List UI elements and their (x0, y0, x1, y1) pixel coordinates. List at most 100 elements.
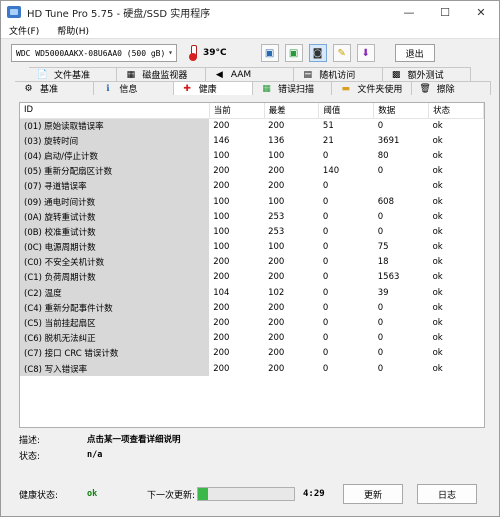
status-value: n/a (87, 450, 103, 460)
cell-attr-name: (03) 旋转时间 (20, 133, 210, 149)
table-row[interactable]: (0C) 电源周期计数 100 100 0 75 ok (20, 239, 484, 255)
window-title: HD Tune Pro 5.75 - 硬盘/SSD 实用程序 (27, 8, 211, 20)
cell-current-value: 100 (213, 226, 230, 237)
cell-threshold-value: 0 (322, 272, 329, 283)
cell-status-value: ok (432, 211, 443, 222)
table-row[interactable]: (C0) 不安全关机计数 200 200 0 18 ok (20, 254, 484, 270)
cell-status-value: ok (432, 348, 443, 359)
cell-raw-data: 18 (377, 257, 389, 268)
cell-status-value: ok (432, 166, 443, 177)
table-row[interactable]: (C5) 当前挂起扇区 200 200 0 0 ok (20, 315, 484, 331)
cell-status-value: ok (432, 196, 443, 207)
menu-file[interactable]: 文件(F) (9, 24, 39, 37)
cell-status-value: ok (432, 257, 443, 268)
drive-select-value: WDC WD5000AAKX-08U6AA0 (500 gB) (16, 48, 166, 58)
exit-button[interactable]: 退出 (394, 44, 435, 62)
tab-info[interactable]: ℹ 信息 (94, 81, 174, 95)
table-row[interactable]: (07) 寻道错误率 200 200 0 ok (20, 178, 484, 194)
cell-worst-value: 200 (268, 181, 285, 192)
tab-folder-usage[interactable]: ▬ 文件夹使用 (332, 81, 412, 95)
tab-erase[interactable]: 🗑 擦除 (411, 81, 491, 95)
table-row[interactable]: (C1) 负荷周期计数 200 200 0 1563 ok (20, 269, 484, 286)
table-row[interactable]: (C6) 脱机无法纠正 200 200 0 0 ok (20, 330, 484, 346)
cell-current-value: 100 (213, 242, 230, 253)
copy-text-icon[interactable]: ▣ (260, 44, 279, 62)
close-button[interactable]: ✕ (463, 1, 499, 23)
col-header-id[interactable]: ID (20, 103, 210, 119)
table-row[interactable]: (04) 启动/停止计数 100 100 0 80 ok (20, 148, 484, 164)
log-button[interactable]: 日志 (417, 484, 477, 504)
save-download-icon[interactable]: ⬇ (356, 44, 375, 62)
cell-current-value: 200 (213, 318, 230, 329)
cell-attr-name: (C7) 接口 CRC 错误计数 (20, 345, 210, 361)
cell-current-value: 104 (213, 287, 230, 298)
cell-worst-value: 200 (268, 302, 285, 313)
table-row[interactable]: (05) 重新分配扇区计数 200 200 140 0 ok (20, 163, 484, 179)
cell-raw-data: 0 (377, 211, 384, 222)
cell-status-value: ok (432, 302, 443, 313)
col-header-data[interactable]: 数据 (373, 103, 430, 119)
cell-attr-name: (09) 通电时间计数 (20, 193, 210, 210)
col-header-worst[interactable]: 最差 (264, 103, 320, 119)
tab-benchmark[interactable]: ⚙ 基准 (15, 81, 95, 95)
smart-table[interactable]: ID 当前 最差 阈值 数据 状态 (01) 原始读取错误率 200 200 51 0 o… (19, 102, 485, 428)
refresh-button[interactable]: 更新 (343, 484, 403, 504)
table-row[interactable]: (03) 旋转时间 146 136 21 3691 ok (20, 133, 484, 149)
col-header-current[interactable]: 当前 (209, 103, 265, 119)
table-row[interactable]: (C4) 重新分配事件计数 200 200 0 0 ok (20, 300, 484, 316)
minimize-button[interactable]: — (391, 1, 427, 23)
cell-status-value: ok (432, 181, 443, 192)
cell-threshold-value: 0 (322, 302, 329, 313)
cell-worst-value: 200 (268, 272, 285, 283)
drive-select[interactable]: WDC WD5000AAKX-08U6AA0 (500 gB) ▾ (11, 44, 177, 62)
cell-worst-value: 200 (268, 318, 285, 329)
copy-screenshot-icon[interactable]: ▣ (284, 44, 303, 62)
health-label: 健康状态: (19, 490, 59, 501)
temperature-value: 39°C (203, 48, 227, 58)
next-update-label: 下一次更新: (147, 490, 196, 501)
cell-attr-name: (05) 重新分配扇区计数 (20, 163, 210, 179)
cell-threshold-value: 0 (322, 226, 329, 237)
cell-worst-value: 200 (268, 333, 285, 344)
table-row[interactable]: (C8) 写入错误率 200 200 0 0 ok (20, 361, 484, 377)
error-scan-icon: ▦ (262, 83, 271, 94)
cell-raw-data: 0 (377, 363, 384, 374)
options-icon[interactable]: ✎ (332, 44, 351, 62)
tab-file-benchmark[interactable]: 📄 文件基准 (29, 67, 118, 81)
table-row[interactable]: (0A) 旋转重试计数 100 253 0 0 ok (20, 209, 484, 225)
cell-worst-value: 100 (268, 196, 285, 207)
camera-icon[interactable]: ◙ (308, 44, 327, 62)
tab-random-access[interactable]: ▤ 随机访问 (294, 67, 383, 81)
cell-raw-data: 75 (377, 242, 389, 253)
cell-raw-data: 0 (377, 120, 384, 131)
cell-current-value: 100 (213, 196, 230, 207)
table-row[interactable]: (09) 通电时间计数 100 100 0 608 ok (20, 193, 484, 210)
menu-help[interactable]: 帮助(H) (57, 24, 89, 37)
table-row[interactable]: (0B) 校准重试计数 100 253 0 0 ok (20, 224, 484, 240)
cell-attr-name: (C0) 不安全关机计数 (20, 254, 210, 270)
app-window: HD Tune Pro 5.75 - 硬盘/SSD 实用程序 — ☐ ✕ 文件(… (0, 0, 500, 517)
cell-raw-data: 0 (377, 318, 384, 329)
tab-aam[interactable]: ◀ AAM (205, 67, 295, 81)
cell-current-value: 200 (213, 333, 230, 344)
cell-raw-data: 608 (377, 196, 394, 207)
cell-worst-value: 253 (268, 226, 285, 237)
col-header-threshold[interactable]: 阈值 (318, 103, 375, 119)
cell-threshold-value: 51 (322, 120, 334, 131)
cell-worst-value: 100 (268, 150, 285, 161)
benchmark-icon: ⚙ (24, 83, 33, 94)
tab-health[interactable]: ✚ 健康 (173, 81, 253, 95)
table-row[interactable]: (C7) 接口 CRC 错误计数 200 200 0 0 ok (20, 345, 484, 361)
health-value: ok (87, 489, 98, 499)
tab-error-scan[interactable]: ▦ 错误扫描 (252, 81, 333, 95)
table-row[interactable]: (C2) 温度 104 102 0 39 ok (20, 285, 484, 301)
col-header-status[interactable]: 状态 (428, 103, 484, 119)
cell-worst-value: 200 (268, 363, 285, 374)
table-row[interactable]: (01) 原始读取错误率 200 200 51 0 ok (20, 118, 484, 134)
tab-extra-tests[interactable]: ▩ 额外测试 (382, 67, 472, 81)
cell-current-value: 100 (213, 150, 230, 161)
info-icon: ℹ (106, 83, 110, 94)
cell-attr-name: (0A) 旋转重试计数 (20, 209, 210, 225)
tab-disk-monitor[interactable]: ▦ 磁盘监视器 (117, 67, 206, 81)
maximize-button[interactable]: ☐ (427, 1, 463, 23)
